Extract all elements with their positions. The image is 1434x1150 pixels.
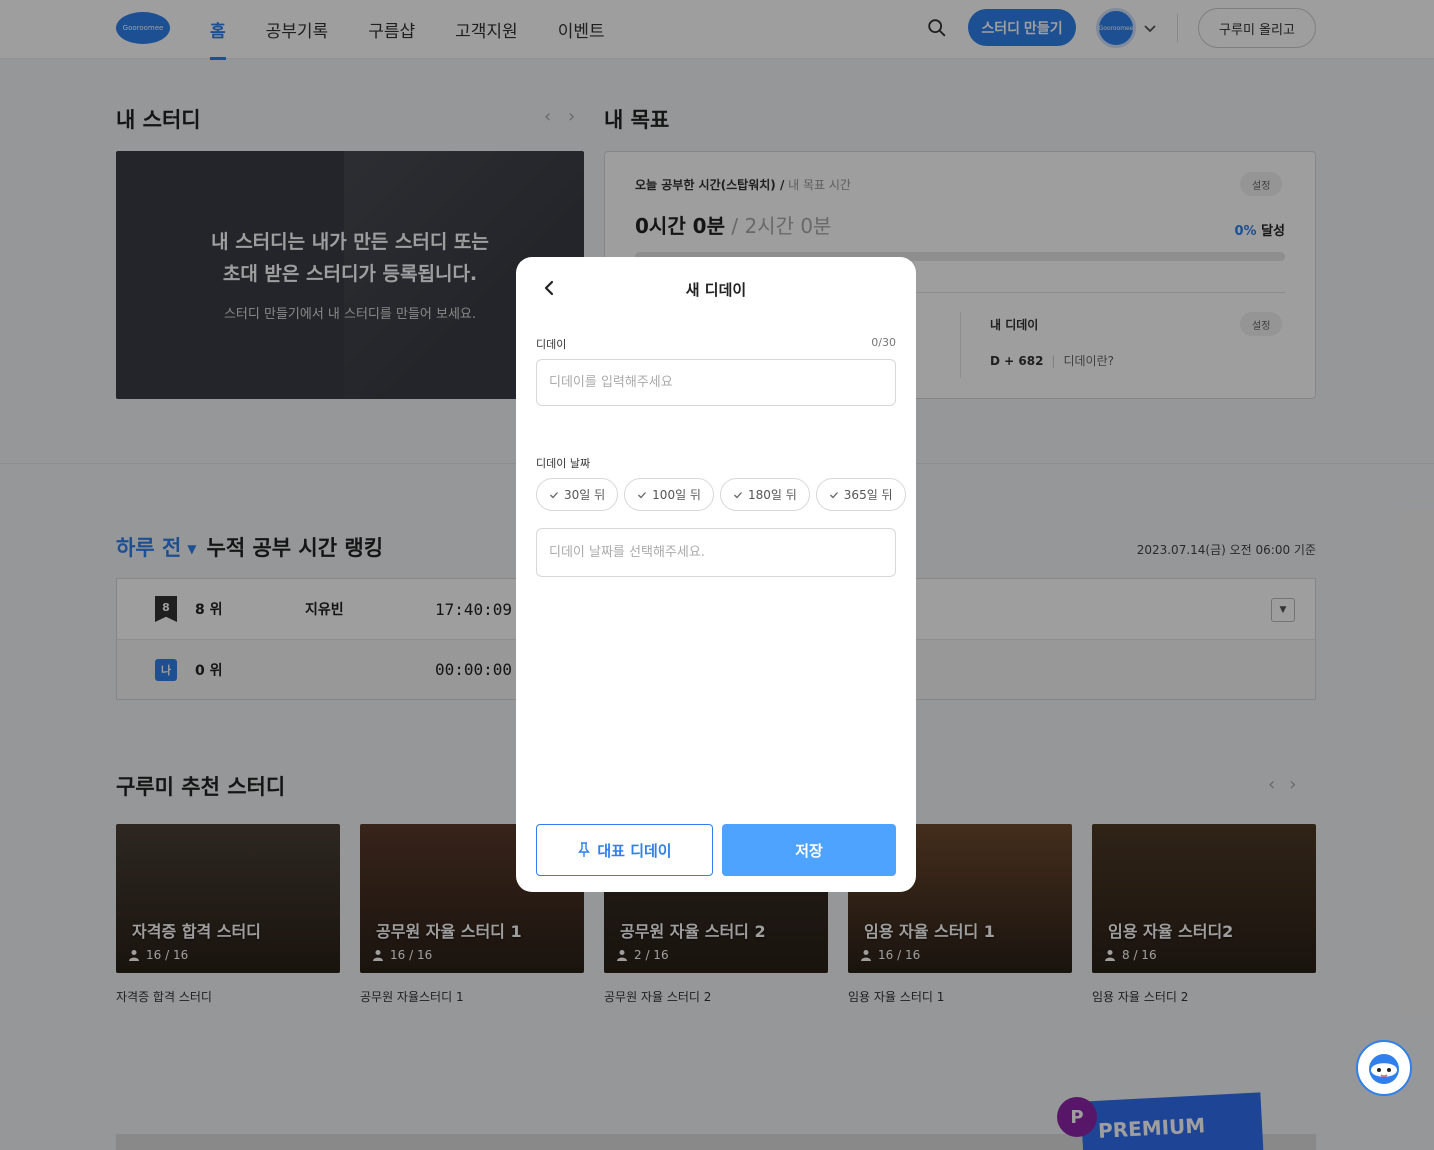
check-icon — [829, 491, 838, 498]
chip-label: 30일 뒤 — [564, 488, 606, 502]
check-icon — [550, 491, 558, 498]
save-button[interactable]: 저장 — [722, 824, 896, 876]
modal-title: 새 디데이 — [685, 281, 747, 299]
chatbot-icon — [1369, 1054, 1399, 1084]
representative-dday-button[interactable]: 대표 디데이 — [536, 824, 713, 876]
dday-preset-chips: 30일 뒤 100일 뒤 180일 뒤 365일 뒤 — [536, 478, 906, 511]
pin-icon — [578, 842, 591, 857]
chatbot-button[interactable] — [1356, 1040, 1412, 1096]
dday-name-label: 디데이 — [536, 338, 567, 351]
chip-100-days[interactable]: 100일 뒤 — [624, 478, 714, 511]
check-icon — [638, 491, 647, 498]
new-dday-modal: 새 디데이 디데이 0/30 디데이 날짜 30일 뒤 100일 뒤 180일 … — [516, 257, 916, 892]
representative-dday-label: 대표 디데이 — [597, 841, 672, 860]
chip-30-days[interactable]: 30일 뒤 — [536, 478, 619, 511]
dday-date-label: 디데이 날짜 — [536, 457, 591, 470]
chip-180-days[interactable]: 180일 뒤 — [719, 478, 810, 511]
chip-label: 365일 뒤 — [843, 488, 893, 502]
chip-label: 100일 뒤 — [652, 488, 701, 502]
check-icon — [734, 491, 742, 498]
chip-365-days[interactable]: 365일 뒤 — [815, 478, 906, 511]
dday-name-count: 0/30 — [871, 336, 896, 349]
chip-label: 180일 뒤 — [747, 488, 797, 502]
dday-date-picker[interactable] — [536, 528, 896, 577]
dday-name-input[interactable] — [536, 359, 896, 406]
